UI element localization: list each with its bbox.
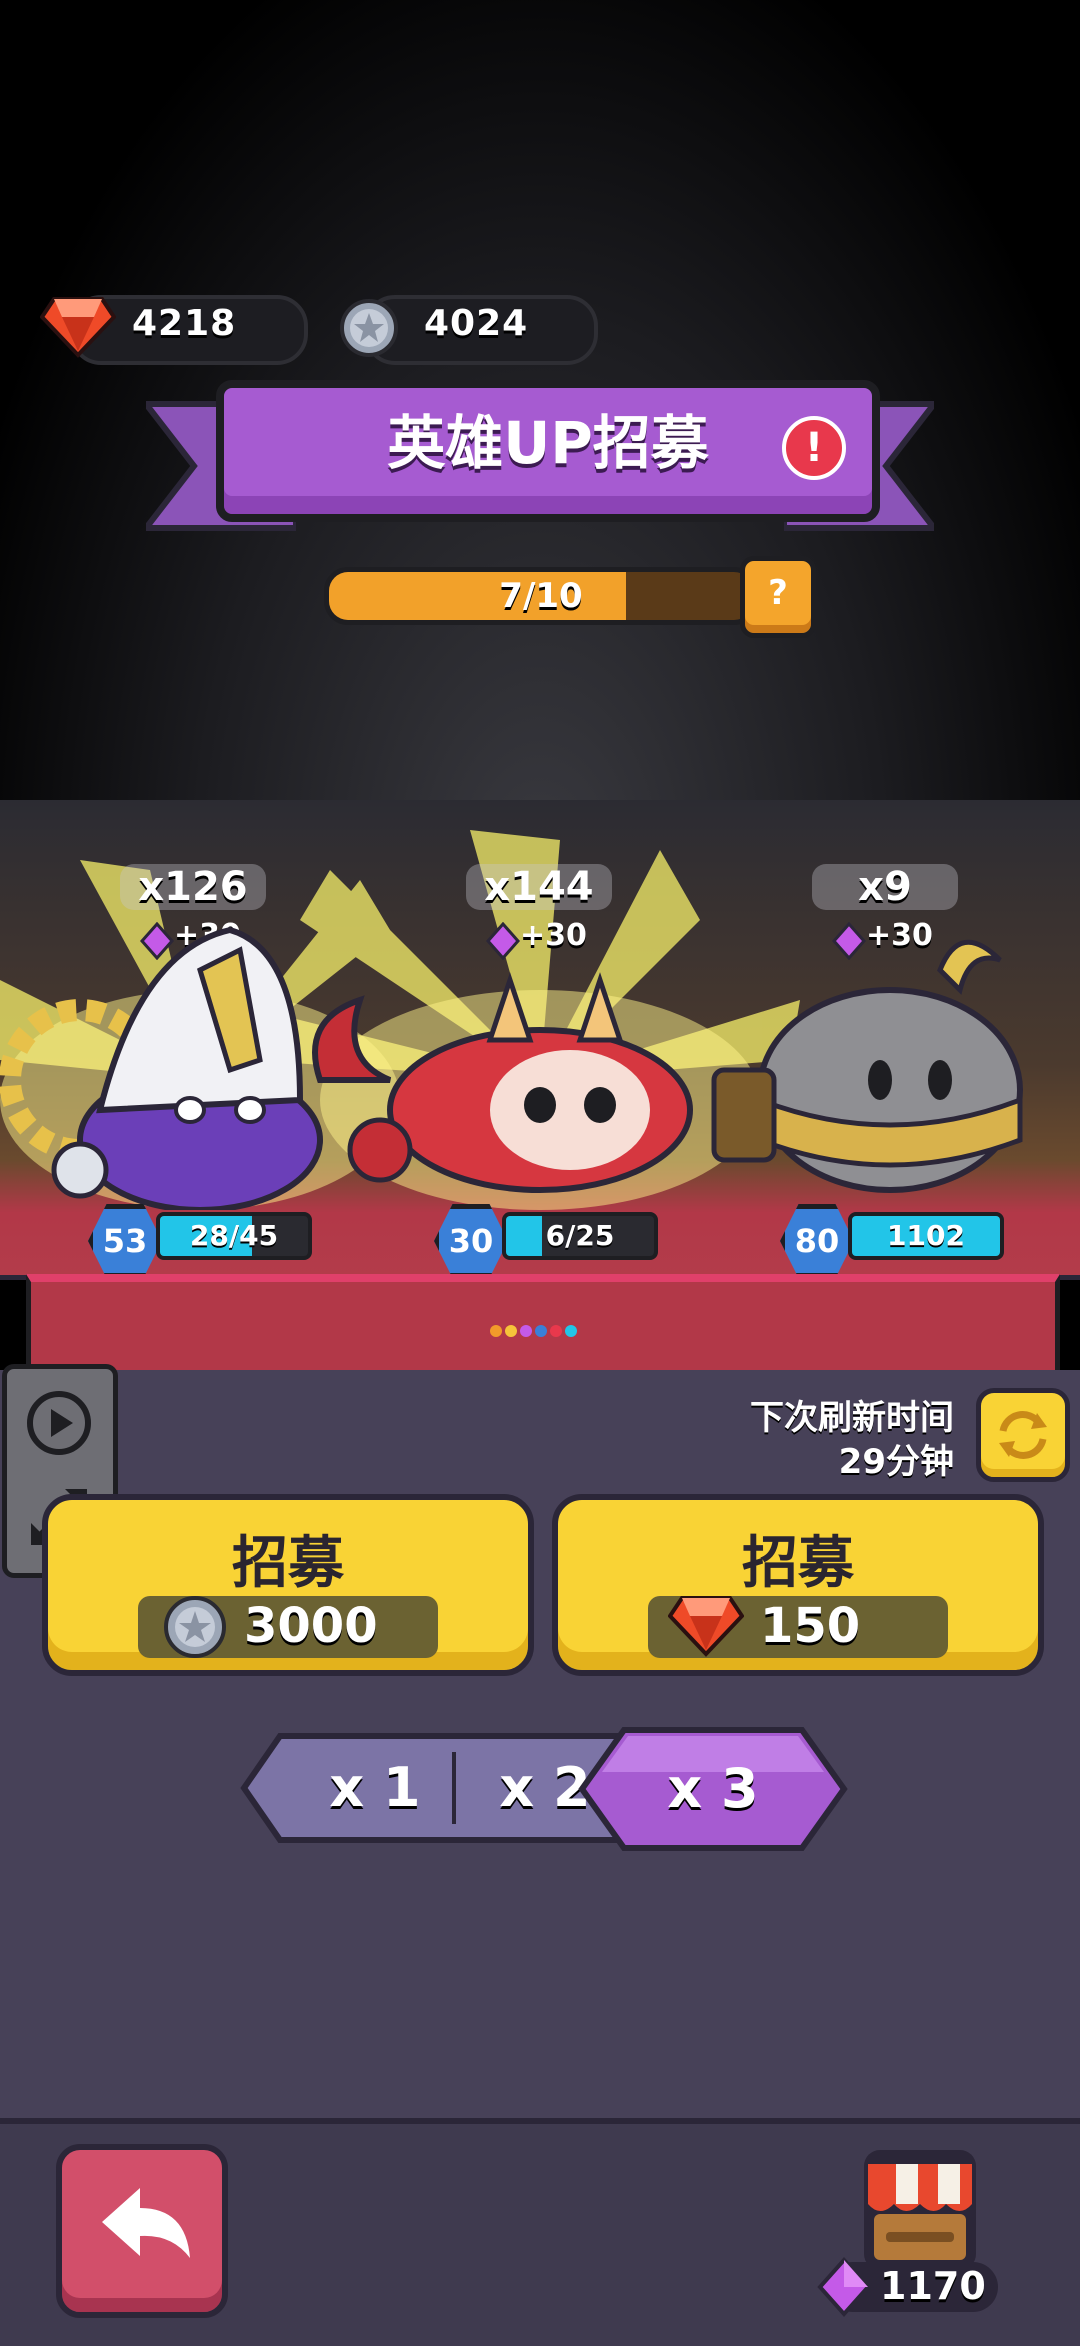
coin-icon — [164, 1596, 226, 1658]
purple-gem-icon — [485, 921, 521, 960]
purple-gem-icon — [817, 2256, 871, 2318]
multiplier-option-3[interactable]: x 3 — [578, 1726, 848, 1852]
hero-portrait-red-dragon[interactable] — [300, 960, 700, 1200]
coin-amount: 4024 — [424, 303, 529, 344]
banner-alert-icon[interactable]: ! — [782, 416, 846, 480]
hero-portrait-wizard[interactable] — [0, 910, 350, 1210]
shop-gem-pill: 1170 — [817, 2256, 998, 2318]
refresh-button[interactable] — [976, 1388, 1070, 1482]
refresh-icon — [999, 1411, 1047, 1459]
recruit-gem-cost-text: 150 — [760, 1598, 861, 1654]
back-arrow-icon — [102, 2188, 190, 2258]
gem-icon — [40, 297, 116, 358]
page-indicator-dots — [490, 1322, 590, 1338]
recruit-progress-text: 7/10 — [499, 576, 583, 616]
hero-xp-text-3: 1102 — [887, 1219, 965, 1252]
hero-bonus-2: +30 — [485, 918, 587, 960]
multiplier-option-3-text-wrap: x 3 — [578, 1726, 848, 1852]
back-button[interactable] — [56, 2144, 228, 2318]
recruit-gem-button[interactable]: 招募 150 — [552, 1494, 1044, 1676]
gem-amount: 4218 — [132, 303, 237, 344]
recruit-coin-button[interactable]: 招募 3000 — [42, 1494, 534, 1676]
shop-gem-amount: 1170 — [880, 2264, 986, 2308]
hero-xp-text-2: 6/25 — [545, 1219, 615, 1252]
banner-title: 英雄UP招募 — [387, 409, 709, 477]
recruit-gem-cost: 150 — [648, 1596, 948, 1658]
help-icon: ? — [768, 573, 788, 613]
hero-xp-bar-2: 6/25 — [502, 1212, 658, 1260]
hero-count-1: x126 — [120, 864, 266, 910]
coin-icon — [340, 299, 398, 357]
multiplier-option-3-label: x 3 — [667, 1757, 759, 1820]
hero-xp-bar-1: 28/45 — [156, 1212, 312, 1260]
multiplier-option-2-label: x 2 — [499, 1756, 591, 1819]
hero-count-3: x9 — [812, 864, 958, 910]
hero-portrait-helmet-blob[interactable] — [700, 920, 1080, 1200]
hero-bonus-text-2: +30 — [520, 918, 587, 953]
hero-xp-bar-3: 1102 — [848, 1212, 1004, 1260]
multiplier-option-1-label: x 1 — [329, 1756, 421, 1819]
play-video-icon[interactable] — [25, 1389, 93, 1457]
help-button[interactable]: ? — [740, 556, 816, 638]
recruit-coin-cost: 3000 — [138, 1596, 438, 1658]
recruit-coin-label: 招募 — [232, 1531, 344, 1596]
hero-stage: x126 +30 53 28/45 x144 +30 30 6/25 x9 +3 — [0, 800, 1080, 1377]
shop-icon — [864, 2150, 976, 2270]
refresh-label: 下次刷新时间 — [750, 1398, 954, 1438]
shop-button[interactable]: 1170 — [806, 2144, 1006, 2334]
recruit-progress-bar: 7/10 — [324, 567, 758, 625]
hero-xp-text-1: 28/45 — [189, 1219, 279, 1252]
recruit-coin-cost-text: 3000 — [244, 1598, 378, 1654]
gem-icon — [668, 1596, 744, 1657]
hero-count-2: x144 — [466, 864, 612, 910]
refresh-time: 29分钟 — [838, 1442, 954, 1482]
recruit-banner: 英雄UP招募 ! — [216, 380, 880, 522]
multiplier-option-1[interactable]: x 1 — [300, 1748, 450, 1828]
gem-currency: 4218 — [40, 293, 308, 365]
recruit-gem-label: 招募 — [742, 1531, 854, 1596]
coin-currency: 4024 — [338, 293, 598, 365]
